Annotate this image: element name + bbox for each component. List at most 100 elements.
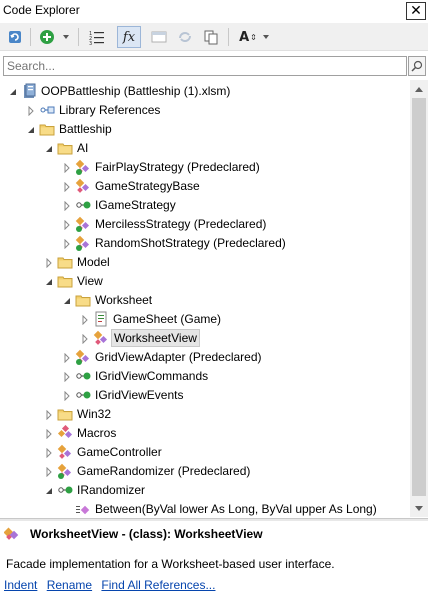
expand-closed-icon[interactable] bbox=[62, 200, 72, 212]
expand-open-icon[interactable] bbox=[26, 124, 36, 134]
arrow-up-icon bbox=[415, 86, 423, 92]
expand-closed-icon[interactable] bbox=[62, 352, 72, 364]
method-icon bbox=[75, 501, 91, 517]
expand-open-icon[interactable] bbox=[8, 86, 18, 96]
refresh-icon bbox=[9, 31, 21, 43]
tree-item-label: GameStrategyBase bbox=[95, 179, 200, 193]
predeclared-class-icon bbox=[75, 159, 91, 175]
tree-item[interactable]: FairPlayStrategy (Predeclared) bbox=[0, 158, 410, 177]
tree-item[interactable]: Macros bbox=[0, 424, 410, 443]
expand-closed-icon[interactable] bbox=[44, 428, 54, 440]
expand-closed-icon[interactable] bbox=[80, 333, 90, 345]
expand-open-icon[interactable] bbox=[44, 276, 54, 286]
refresh-button[interactable] bbox=[4, 26, 26, 48]
details-links: Indent Rename Find All References... bbox=[4, 578, 221, 592]
predeclared-class-icon bbox=[57, 463, 73, 479]
class-icon bbox=[93, 330, 109, 346]
expand-closed-icon[interactable] bbox=[44, 466, 54, 478]
tree-item[interactable]: Between(ByVal lower As Long, ByVal upper… bbox=[0, 500, 410, 517]
expand-closed-icon[interactable] bbox=[62, 162, 72, 174]
add-dropdown-button[interactable] bbox=[60, 26, 72, 48]
expand-closed-icon[interactable] bbox=[62, 219, 72, 231]
tree-item[interactable]: IRandomizer bbox=[0, 481, 410, 500]
expand-open-icon[interactable] bbox=[62, 295, 72, 305]
tree-item[interactable]: GameRandomizer (Predeclared) bbox=[0, 462, 410, 481]
font-dropdown-button[interactable] bbox=[260, 26, 272, 48]
search-icon bbox=[411, 60, 423, 72]
expand-closed-icon[interactable] bbox=[62, 181, 72, 193]
scroll-down-button[interactable] bbox=[410, 500, 428, 517]
tree-item-label: Win32 bbox=[77, 407, 112, 421]
details-pane: WorksheetView - (class): WorksheetView F… bbox=[0, 521, 428, 597]
sync-button[interactable] bbox=[174, 26, 196, 48]
predeclared-class-icon bbox=[75, 235, 91, 251]
tree-item[interactable]: IGridViewEvents bbox=[0, 386, 410, 405]
scroll-up-button[interactable] bbox=[410, 80, 428, 97]
references-icon bbox=[39, 102, 55, 118]
interface-icon bbox=[75, 368, 91, 384]
expand-closed-icon[interactable] bbox=[62, 238, 72, 250]
toolbar: 1 2 3 fx A ⇕ bbox=[0, 23, 428, 51]
copy-button[interactable] bbox=[200, 26, 222, 48]
tree-item[interactable]: Library References bbox=[0, 101, 410, 120]
expand-closed-icon[interactable] bbox=[44, 257, 54, 269]
tree-item[interactable]: IGridViewCommands bbox=[0, 367, 410, 386]
scrollbar-thumb[interactable] bbox=[412, 98, 426, 496]
tree-item[interactable]: OOPBattleship (Battleship (1).xlsm) bbox=[0, 82, 410, 101]
close-button[interactable]: ✕ bbox=[406, 2, 426, 20]
font-size-arrows-icon: ⇕ bbox=[250, 32, 257, 42]
tree-item[interactable]: RandomShotStrategy (Predeclared) bbox=[0, 234, 410, 253]
module-icon bbox=[57, 424, 73, 441]
tree-item[interactable]: Worksheet bbox=[0, 291, 410, 310]
search-input[interactable] bbox=[4, 57, 406, 75]
sync-icon bbox=[179, 32, 191, 42]
folder-icon bbox=[39, 121, 55, 137]
indent-link[interactable]: Indent bbox=[4, 578, 37, 592]
expand-closed-icon[interactable] bbox=[80, 314, 90, 326]
interface-icon bbox=[75, 387, 91, 403]
project-icon bbox=[21, 83, 37, 99]
expand-closed-icon[interactable] bbox=[26, 105, 36, 117]
tree-item-label: GameController bbox=[77, 445, 162, 459]
tree-item-label: OOPBattleship (Battleship (1).xlsm) bbox=[41, 84, 231, 98]
folder-icon bbox=[57, 273, 73, 289]
details-description: Facade implementation for a Worksheet-ba… bbox=[6, 557, 335, 571]
tree-item-label: IGridViewCommands bbox=[95, 369, 209, 383]
rename-link[interactable]: Rename bbox=[47, 578, 92, 592]
tree-item[interactable]: Battleship bbox=[0, 120, 410, 139]
fx-button[interactable]: fx bbox=[117, 26, 141, 48]
code-explorer-tree: OOPBattleship (Battleship (1).xlsm) Libra… bbox=[0, 80, 410, 517]
font-button[interactable]: A ⇕ bbox=[236, 26, 260, 48]
tree-item-label: IGridViewEvents bbox=[95, 388, 184, 402]
expand-closed-icon[interactable] bbox=[62, 371, 72, 383]
tree-item[interactable]: View bbox=[0, 272, 410, 291]
tree-item[interactable]: GameSheet (Game) bbox=[0, 310, 410, 329]
expand-closed-icon[interactable] bbox=[44, 447, 54, 459]
tree-item[interactable]: GameStrategyBase bbox=[0, 177, 410, 196]
folder-icon bbox=[57, 406, 73, 422]
tree-item-label: Library References bbox=[59, 103, 161, 117]
class-icon bbox=[75, 178, 91, 194]
tree-item-label: View bbox=[77, 274, 103, 288]
expand-closed-icon[interactable] bbox=[44, 409, 54, 421]
svg-text:3: 3 bbox=[89, 41, 92, 45]
tree-item[interactable]: GridViewAdapter (Predeclared) bbox=[0, 348, 410, 367]
expand-closed-icon[interactable] bbox=[62, 390, 72, 402]
tree-item[interactable]: Win32 bbox=[0, 405, 410, 424]
sort-button[interactable]: 1 2 3 bbox=[86, 26, 108, 48]
expand-open-icon[interactable] bbox=[44, 143, 54, 153]
tree-item[interactable]: IGameStrategy bbox=[0, 196, 410, 215]
expand-open-icon[interactable] bbox=[44, 485, 54, 495]
add-button[interactable] bbox=[36, 26, 58, 48]
tree-item[interactable]: WorksheetView bbox=[0, 329, 410, 348]
vertical-scrollbar[interactable] bbox=[410, 80, 428, 517]
tree-item[interactable]: MercilessStrategy (Predeclared) bbox=[0, 215, 410, 234]
find-all-references-link[interactable]: Find All References... bbox=[101, 578, 215, 592]
tree-item[interactable]: GameController bbox=[0, 443, 410, 462]
tree-item[interactable]: Model bbox=[0, 253, 410, 272]
search-button[interactable] bbox=[408, 56, 426, 76]
details-title: WorksheetView - (class): WorksheetView bbox=[30, 527, 263, 541]
window-button[interactable] bbox=[148, 26, 170, 48]
tree-item-label: Battleship bbox=[59, 122, 112, 136]
tree-item[interactable]: AI bbox=[0, 139, 410, 158]
